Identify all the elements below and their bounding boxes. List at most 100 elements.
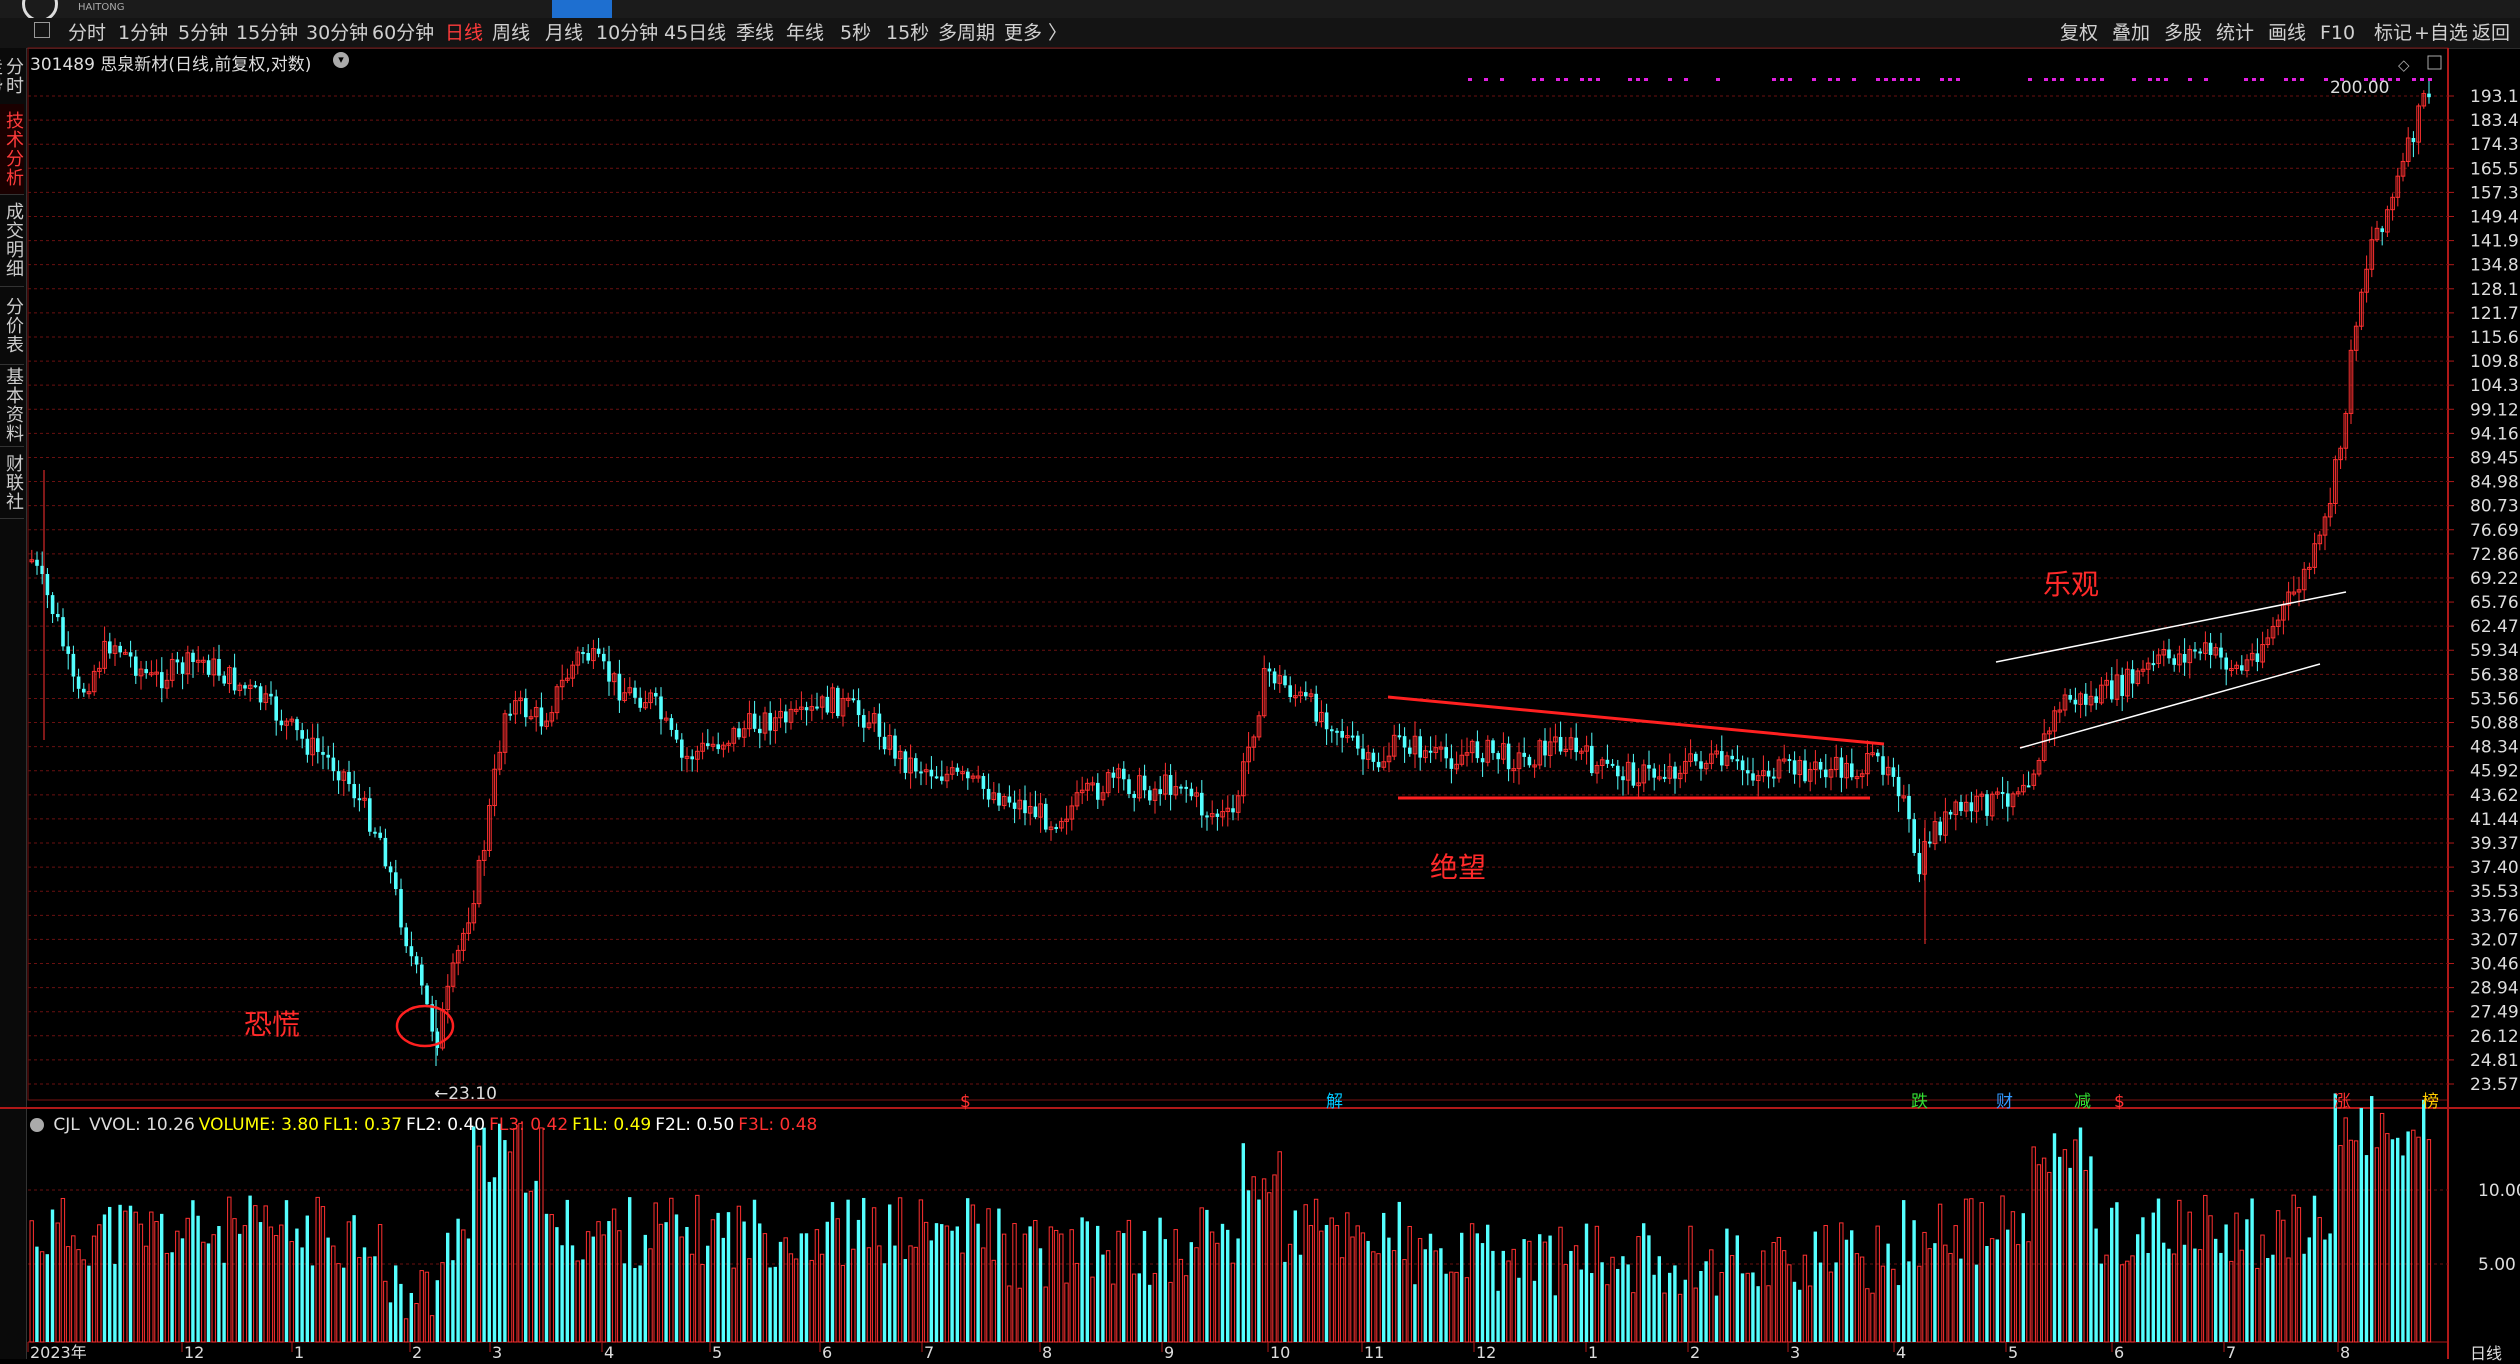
volume-bar xyxy=(2255,1267,2260,1343)
candle-body xyxy=(1506,743,1511,770)
candle-body xyxy=(243,685,247,689)
volume-bar xyxy=(814,1229,820,1343)
volume-bar xyxy=(2110,1207,2114,1342)
candle-body xyxy=(253,685,258,688)
volume-tick-label: 10.00 xyxy=(2478,1181,2520,1201)
price-tick-label: 72.86 xyxy=(2470,545,2519,565)
date-tick-label: 8 xyxy=(1042,1343,1052,1359)
volume-bar xyxy=(2015,1244,2021,1343)
volume-bar xyxy=(1907,1261,1911,1342)
volume-bar xyxy=(1735,1235,1739,1342)
volume-bar xyxy=(1449,1271,1454,1343)
volume-bar xyxy=(695,1194,700,1343)
candle-body xyxy=(1605,759,1610,764)
volume-bar xyxy=(1220,1223,1225,1342)
volume-bar xyxy=(2197,1249,2203,1343)
volume-bar xyxy=(289,1241,294,1343)
signal-dot xyxy=(1636,78,1640,81)
volume-bar xyxy=(1989,1238,1995,1343)
signal-dot xyxy=(2412,78,2416,81)
price-tick-label: 30.46 xyxy=(2470,955,2519,975)
volume-bar xyxy=(2177,1199,2182,1343)
volume-bar xyxy=(2068,1167,2072,1342)
event-marker: 解 xyxy=(1326,1092,1343,1112)
signal-dot xyxy=(2204,78,2208,81)
volume-bar xyxy=(367,1256,372,1343)
volume-bar xyxy=(1387,1237,1391,1342)
candle-body xyxy=(1127,779,1131,795)
indicator-value-1: VOLUME: 3.80 xyxy=(198,1115,319,1135)
candle-body xyxy=(399,889,403,928)
volume-bar xyxy=(1131,1273,1137,1343)
volume-bar xyxy=(1028,1226,1032,1342)
low-price-label: ←23.10 xyxy=(434,1084,497,1104)
period-label: 日线 xyxy=(2470,1344,2503,1363)
candle-body xyxy=(2026,785,2031,788)
price-tick-label: 104.3 xyxy=(2470,376,2519,396)
volume-bar xyxy=(1558,1226,1563,1343)
volume-bar xyxy=(1538,1234,1542,1342)
volume-bar xyxy=(357,1257,362,1343)
candle-body xyxy=(279,720,284,726)
volume-bar xyxy=(1319,1230,1324,1343)
volume-bar xyxy=(446,1232,450,1342)
price-tick-label: 134.8 xyxy=(2470,256,2519,276)
volume-bar xyxy=(871,1207,877,1343)
candle-body xyxy=(258,686,263,703)
volume-bar xyxy=(934,1223,939,1342)
signal-dot xyxy=(1596,78,1600,81)
candle-body xyxy=(674,729,679,740)
volume-bar xyxy=(1033,1220,1038,1343)
signal-dot xyxy=(1500,78,1504,81)
signal-dot xyxy=(2428,78,2432,81)
indicator-value-0: VVOL: 10.26 xyxy=(89,1115,195,1135)
volume-bar xyxy=(2359,1108,2363,1342)
price-tick-label: 24.81 xyxy=(2470,1051,2519,1071)
volume-bar xyxy=(60,1197,66,1343)
volume-bar xyxy=(2208,1215,2213,1343)
annotation-optimism: 乐观 xyxy=(2043,568,2100,601)
candle-body xyxy=(919,771,923,774)
candle-body xyxy=(1491,740,1495,754)
candle-body xyxy=(1397,735,1402,738)
volume-bar xyxy=(2275,1210,2281,1343)
volume-bar xyxy=(913,1246,918,1343)
volume-bar xyxy=(1683,1279,1687,1342)
signal-dot xyxy=(1668,78,1672,81)
volume-bar xyxy=(2426,1139,2432,1343)
candle-body xyxy=(180,662,185,674)
volume-bar xyxy=(2031,1146,2036,1343)
candle-body xyxy=(269,693,273,697)
volume-bar xyxy=(1417,1238,1423,1343)
volume-bar xyxy=(2286,1257,2291,1343)
volume-bar xyxy=(1173,1229,1178,1343)
event-marker: 跌 xyxy=(1911,1092,1928,1112)
volume-bar xyxy=(1096,1225,1100,1342)
indicator-menu-icon[interactable] xyxy=(30,1118,44,1132)
candle-body xyxy=(1647,764,1651,769)
signal-dot xyxy=(2084,78,2088,81)
date-tick-label: 10 xyxy=(1270,1343,1290,1359)
volume-bar xyxy=(1844,1239,1849,1342)
volume-bar xyxy=(1111,1283,1116,1343)
volume-bar xyxy=(1854,1253,1860,1343)
volume-bar xyxy=(440,1262,445,1343)
candle-body xyxy=(997,792,1001,806)
price-tick-label: 41.44 xyxy=(2470,810,2519,830)
volume-bar xyxy=(273,1235,279,1343)
volume-bar xyxy=(809,1259,814,1343)
candle-body xyxy=(134,656,138,676)
volume-bar xyxy=(1261,1178,1267,1343)
volume-bar xyxy=(1158,1217,1162,1342)
signal-dot xyxy=(1580,78,1584,81)
volume-bar xyxy=(1673,1265,1677,1342)
signal-dot xyxy=(2324,78,2328,81)
volume-bar xyxy=(1807,1285,1813,1343)
volume-bar xyxy=(175,1230,180,1343)
candle-body xyxy=(1449,758,1454,769)
date-tick-label: 1 xyxy=(1588,1343,1598,1359)
volume-bar xyxy=(429,1315,435,1343)
volume-bar xyxy=(591,1236,595,1342)
price-tick-label: 193.1 xyxy=(2470,87,2519,107)
price-chart[interactable]: 193.1 183.4 174.3 165.5 157.3 149.4 141.9 134.8… xyxy=(0,0,2520,1359)
